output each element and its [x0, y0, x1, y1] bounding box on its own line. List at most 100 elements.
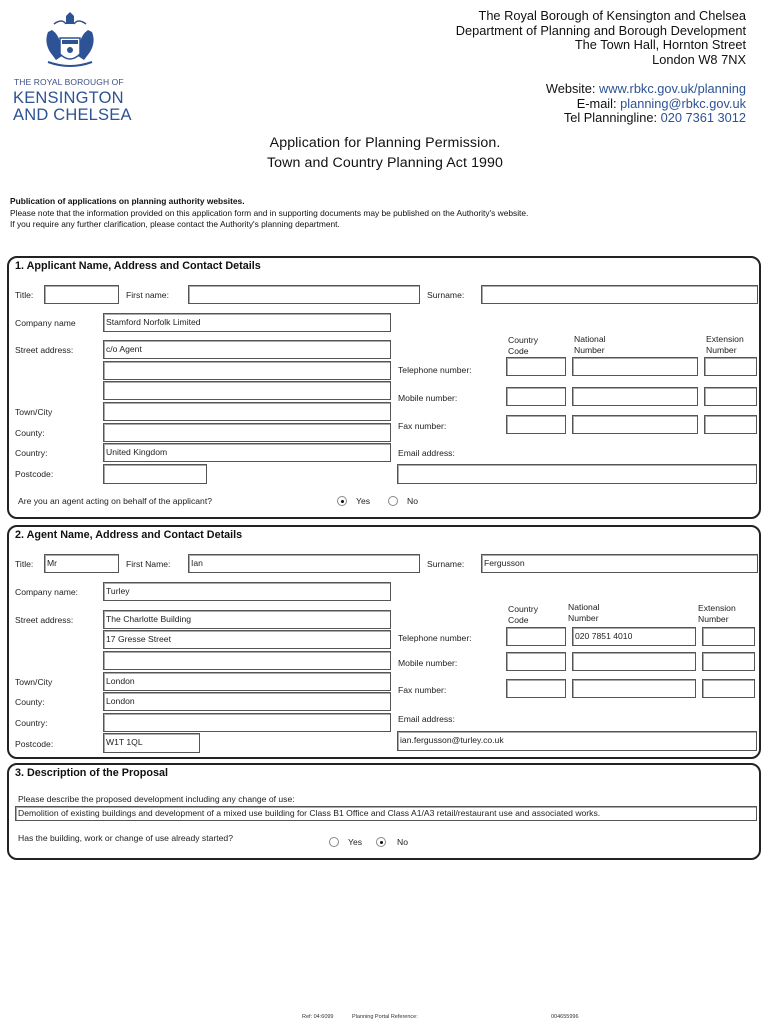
agent-street1-field[interactable]: The Charlotte Building — [103, 610, 391, 629]
applicant-tel-ext-field[interactable] — [704, 357, 757, 376]
street-label: Street address: — [15, 345, 74, 355]
surname-label: Surname: — [427, 290, 465, 300]
fax-label: Fax number: — [398, 685, 447, 695]
footer-ref: Ref: 04:6099 — [302, 1014, 334, 1020]
publication-line: Please note that the information provide… — [10, 207, 529, 218]
agent-county-field[interactable]: London — [103, 692, 391, 711]
coat-of-arms-icon — [46, 12, 94, 67]
extension-header: Extension Number — [706, 334, 744, 355]
telephone-label: Telephone number: — [398, 633, 472, 643]
telephone-label: Telephone number: — [398, 365, 472, 375]
agent-first-name-field[interactable]: Ian — [188, 554, 420, 573]
website-label: Website: — [545, 81, 596, 96]
applicant-tel-national-field[interactable] — [572, 357, 698, 376]
proposal-description-field[interactable]: Demolition of existing buildings and dev… — [15, 806, 757, 821]
agent-company-field[interactable]: Turley — [103, 582, 391, 601]
agent-mob-ext-field[interactable] — [702, 652, 755, 671]
applicant-mob-national-field[interactable] — [572, 387, 698, 406]
county-label: County: — [15, 428, 45, 438]
agent-street3-field[interactable] — [103, 651, 391, 670]
country-code-header: Country Code — [508, 335, 539, 356]
description-prompt: Please describe the proposed development… — [18, 794, 295, 804]
address-line: The Royal Borough of Kensington and Chel… — [478, 8, 747, 23]
applicant-mob-ext-field[interactable] — [704, 387, 757, 406]
logo-line1: KENSINGTON — [13, 89, 124, 107]
footer-portal-ref: 004655996 — [551, 1014, 579, 1020]
agent-mob-cc-field[interactable] — [506, 652, 566, 671]
agent-tel-national-field[interactable]: 020 7851 4010 — [572, 627, 696, 646]
publication-notice: Publication of applications on planning … — [10, 196, 528, 231]
applicant-street3-field[interactable] — [103, 381, 391, 400]
agent-no-radio[interactable] — [388, 496, 398, 506]
applicant-surname-field[interactable] — [481, 285, 758, 304]
applicant-street2-field[interactable] — [103, 361, 391, 380]
applicant-fax-ext-field[interactable] — [704, 415, 757, 434]
logo-line2: AND CHELSEA — [13, 106, 132, 124]
surname-label: Surname: — [427, 559, 465, 569]
agent-fax-ext-field[interactable] — [702, 679, 755, 698]
section-title: 1. Applicant Name, Address and Contact D… — [15, 260, 261, 272]
address-line: Department of Planning and Borough Devel… — [455, 22, 746, 38]
applicant-mob-cc-field[interactable] — [506, 387, 566, 406]
logo-small-text: THE ROYAL BOROUGH OF — [14, 77, 124, 87]
first-name-label: First name: — [126, 290, 169, 300]
publication-line: If you require any further clarification… — [10, 219, 340, 229]
first-name-label: First Name: — [126, 559, 171, 569]
applicant-county-field[interactable] — [103, 423, 391, 442]
agent-no-label: No — [407, 496, 418, 506]
applicant-email-field[interactable] — [397, 464, 757, 484]
agent-postcode-field[interactable]: W1T 1QL — [103, 733, 200, 753]
applicant-tel-cc-field[interactable] — [506, 357, 566, 376]
section-title: 2. Agent Name, Address and Contact Detai… — [15, 529, 243, 541]
agent-yes-radio[interactable] — [337, 496, 347, 506]
agent-tel-ext-field[interactable] — [702, 627, 755, 646]
agent-country-field[interactable] — [103, 713, 391, 732]
applicant-street1-field[interactable]: c/o Agent — [103, 340, 391, 359]
applicant-fax-national-field[interactable] — [572, 415, 698, 434]
title-label: Title: — [15, 559, 34, 569]
country-label: Country: — [15, 718, 48, 728]
section-applicant: 1. Applicant Name, Address and Contact D… — [7, 256, 761, 519]
agent-town-field[interactable]: London — [103, 672, 391, 691]
council-contact: Website: www.rbkc.gov.uk/planning E-mail… — [545, 81, 746, 126]
country-code-header: Country Code — [508, 604, 539, 625]
section-proposal: 3. Description of the Proposal Please de… — [7, 763, 761, 860]
agent-fax-cc-field[interactable] — [506, 679, 566, 698]
started-question: Has the building, work or change of use … — [18, 833, 233, 843]
agent-surname-field[interactable]: Fergusson — [481, 554, 758, 573]
applicant-postcode-field[interactable] — [103, 464, 207, 484]
agent-tel-cc-field[interactable] — [506, 627, 566, 646]
title-label: Title: — [15, 290, 34, 300]
form-title: Application for Planning Permission. — [269, 135, 501, 151]
company-label: Company name: — [15, 587, 79, 597]
applicant-country-field[interactable]: United Kingdom — [103, 443, 391, 462]
email-label: Email address: — [398, 448, 455, 458]
national-number-header: National Number — [568, 602, 600, 623]
agent-title-field[interactable]: Mr — [44, 554, 119, 573]
postcode-label: Postcode: — [15, 469, 54, 479]
phone-label: Tel Planningline: — [563, 110, 658, 126]
address-line: The Town Hall, Hornton Street — [574, 37, 746, 53]
agent-street2-field[interactable]: 17 Gresse Street — [103, 630, 391, 649]
section-title: 3. Description of the Proposal — [15, 767, 168, 779]
applicant-title-field[interactable] — [44, 285, 119, 304]
agent-mob-national-field[interactable] — [572, 652, 696, 671]
applicant-company-field[interactable]: Stamford Norfolk Limited — [103, 313, 391, 332]
applicant-town-field[interactable] — [103, 402, 391, 421]
started-yes-label: Yes — [348, 837, 363, 847]
agent-fax-national-field[interactable] — [572, 679, 696, 698]
town-label: Town/City — [15, 677, 53, 687]
agent-question: Are you an agent acting on behalf of the… — [18, 496, 212, 506]
agent-email-field[interactable]: ian.fergusson@turley.co.uk — [397, 731, 757, 751]
applicant-fax-cc-field[interactable] — [506, 415, 566, 434]
fax-label: Fax number: — [398, 421, 447, 431]
mobile-label: Mobile number: — [398, 393, 458, 403]
started-no-radio[interactable] — [376, 837, 386, 847]
email-link[interactable]: planning@rbkc.gov.uk — [620, 96, 746, 111]
website-link[interactable]: www.rbkc.gov.uk/planning — [599, 81, 746, 96]
agent-yes-label: Yes — [356, 496, 371, 506]
started-yes-radio[interactable] — [329, 837, 339, 847]
postcode-label: Postcode: — [15, 739, 54, 749]
national-number-header: National Number — [574, 334, 606, 355]
applicant-first-name-field[interactable] — [188, 285, 420, 304]
